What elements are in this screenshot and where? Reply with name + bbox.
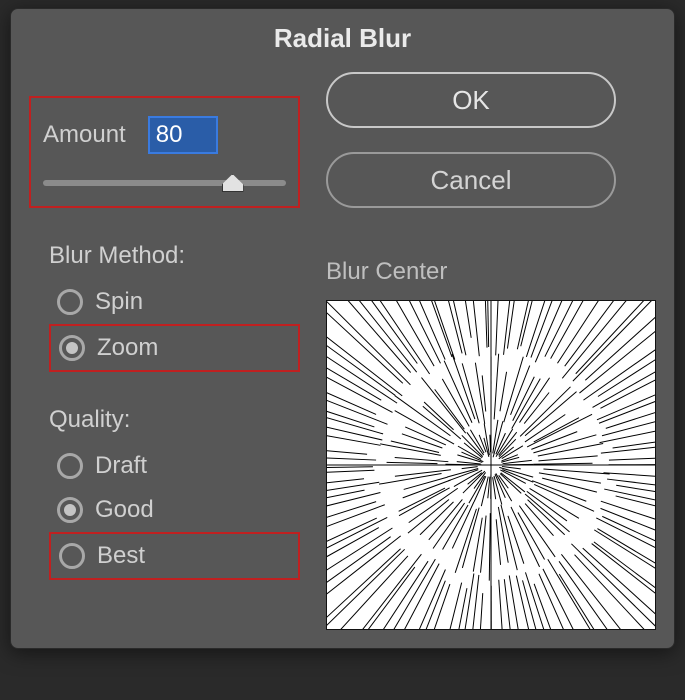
zoom-rays-icon — [327, 301, 655, 629]
slider-track — [43, 180, 286, 186]
radio-label: Good — [95, 496, 154, 524]
radio-label: Draft — [95, 452, 147, 480]
radio-good[interactable]: Good — [49, 488, 300, 532]
blur-method-title: Blur Method: — [49, 242, 300, 270]
amount-input[interactable] — [148, 116, 218, 154]
radio-icon — [57, 289, 83, 315]
blur-center-preview[interactable] — [326, 300, 656, 630]
cancel-button[interactable]: Cancel — [326, 152, 616, 208]
radio-draft[interactable]: Draft — [49, 444, 300, 488]
amount-label: Amount — [43, 121, 126, 149]
right-column: OK Cancel Blur Center — [326, 72, 656, 630]
amount-row: Amount — [43, 116, 286, 154]
radio-icon — [57, 497, 83, 523]
amount-slider[interactable] — [43, 172, 286, 196]
radial-blur-dialog: Radial Blur Amount Blur Method: Spin — [10, 8, 675, 649]
radio-best[interactable]: Best — [49, 532, 300, 580]
radio-label: Spin — [95, 288, 143, 316]
ok-button[interactable]: OK — [326, 72, 616, 128]
blur-method-section: Blur Method: Spin Zoom — [29, 242, 300, 372]
radio-icon — [59, 335, 85, 361]
amount-block: Amount — [29, 96, 300, 208]
left-column: Amount Blur Method: Spin Zoom — [29, 72, 300, 630]
blur-center-label: Blur Center — [326, 258, 656, 286]
radio-zoom[interactable]: Zoom — [49, 324, 300, 372]
quality-title: Quality: — [49, 406, 300, 434]
radio-label: Best — [97, 542, 145, 570]
dialog-title: Radial Blur — [11, 9, 674, 72]
radio-label: Zoom — [97, 334, 158, 362]
radio-spin[interactable]: Spin — [49, 280, 300, 324]
dialog-content: Amount Blur Method: Spin Zoom — [11, 72, 674, 648]
quality-section: Quality: Draft Good Best — [29, 406, 300, 580]
radio-icon — [59, 543, 85, 569]
slider-thumb[interactable] — [222, 174, 244, 192]
radio-icon — [57, 453, 83, 479]
